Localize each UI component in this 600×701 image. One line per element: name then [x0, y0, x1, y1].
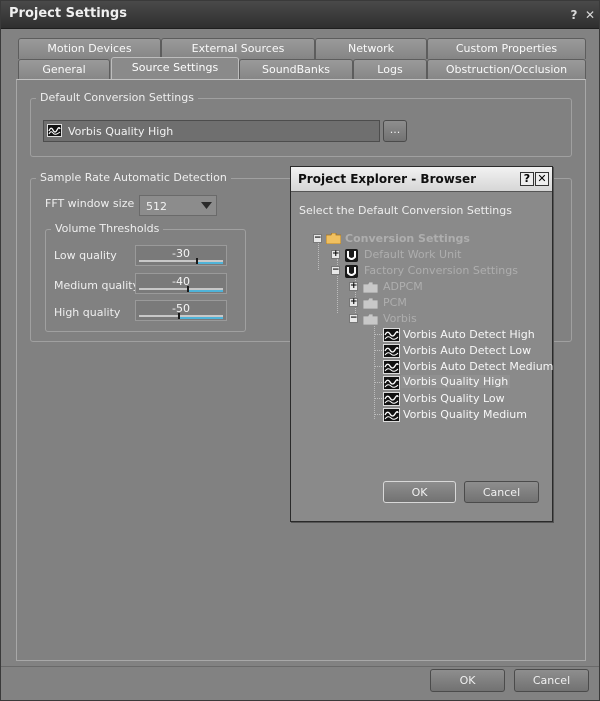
footer-divider [1, 666, 599, 667]
folder-icon [363, 282, 378, 293]
tree-line [374, 323, 375, 419]
fft-window-size-value: 512 [146, 200, 167, 213]
tab-source-settings[interactable]: Source Settings [111, 57, 239, 79]
expander-expand-icon[interactable]: + [349, 282, 358, 291]
browser-cancel-button[interactable]: Cancel [464, 481, 539, 503]
low-quality-slider[interactable]: -30 [135, 245, 227, 266]
browser-close-icon[interactable]: ✕ [535, 172, 549, 186]
tab-network[interactable]: Network [315, 38, 427, 59]
title-bar[interactable]: Project Settings ? ✕ [1, 1, 599, 29]
browse-button[interactable]: ... [383, 120, 407, 142]
browser-ok-button[interactable]: OK [383, 481, 456, 503]
high-quality-value: -50 [172, 302, 190, 315]
tree-item-default-work-unit[interactable]: Default Work Unit [364, 248, 461, 261]
tree-item-adpcm[interactable]: ADPCM [383, 280, 423, 293]
default-conversion-field[interactable]: Vorbis Quality High [43, 120, 380, 142]
medium-quality-label: Medium quality [54, 279, 140, 292]
expander-expand-icon[interactable]: + [331, 250, 340, 259]
tab-soundbanks[interactable]: SoundBanks [239, 59, 353, 80]
medium-quality-value: -40 [172, 275, 190, 288]
browser-help-icon[interactable]: ? [520, 172, 534, 186]
tree-item-pcm[interactable]: PCM [383, 296, 407, 309]
high-quality-label: High quality [54, 306, 121, 319]
slider-knob[interactable] [178, 313, 180, 319]
tree-line [318, 243, 319, 270]
expander-collapse-icon[interactable]: − [349, 314, 358, 323]
browser-instruction: Select the Default Conversion Settings [299, 204, 512, 217]
ok-button[interactable]: OK [430, 669, 505, 692]
conversion-settings-icon [383, 376, 400, 390]
volume-thresholds-label: Volume Thresholds [51, 222, 164, 235]
conversion-settings-icon [383, 344, 400, 358]
tab-logs[interactable]: Logs [353, 59, 427, 80]
tree-item-vorbis-auto-detect-medium[interactable]: Vorbis Auto Detect Medium [403, 360, 553, 373]
work-unit-icon [345, 249, 358, 262]
tab-motion-devices[interactable]: Motion Devices [18, 38, 161, 59]
tab-external-sources[interactable]: External Sources [161, 38, 315, 59]
tree-item-vorbis-auto-detect-high[interactable]: Vorbis Auto Detect High [403, 328, 535, 341]
conversion-settings-icon [383, 328, 400, 342]
folder-icon [363, 298, 378, 309]
close-icon[interactable]: ✕ [584, 8, 596, 22]
chevron-down-icon [201, 202, 212, 209]
slider-fill [189, 290, 223, 292]
expander-collapse-icon[interactable]: − [331, 266, 340, 275]
tree-item-vorbis-auto-detect-low[interactable]: Vorbis Auto Detect Low [403, 344, 531, 357]
cancel-button[interactable]: Cancel [514, 669, 589, 692]
fft-window-size-select[interactable]: 512 [139, 195, 217, 216]
tree-item-vorbis-quality-high[interactable]: Vorbis Quality High [401, 375, 511, 388]
tree-item-factory-conversion-settings[interactable]: Factory Conversion Settings [364, 264, 518, 277]
tab-custom-properties[interactable]: Custom Properties [427, 38, 586, 59]
default-conversion-value: Vorbis Quality High [68, 125, 174, 138]
expander-collapse-icon[interactable]: − [313, 234, 322, 243]
folder-icon [326, 233, 341, 244]
conversion-settings-icon [383, 408, 400, 422]
work-unit-icon [345, 265, 358, 278]
fft-window-size-label: FFT window size [45, 197, 135, 210]
conversion-settings-icon [47, 124, 62, 137]
tree-item-conversion-settings[interactable]: Conversion Settings [345, 232, 470, 245]
slider-fill [198, 262, 223, 264]
medium-quality-slider[interactable]: -40 [135, 273, 227, 294]
tree-item-vorbis-quality-medium[interactable]: Vorbis Quality Medium [403, 408, 527, 421]
tree-item-vorbis[interactable]: Vorbis [383, 312, 417, 325]
conversion-settings-icon [383, 360, 400, 374]
tab-obstruction-occlusion[interactable]: Obstruction/Occlusion [427, 59, 586, 80]
conversion-settings-icon [383, 392, 400, 406]
default-conversion-group-label: Default Conversion Settings [36, 91, 198, 104]
browser-title-bar[interactable]: Project Explorer - Browser ? ✕ [291, 167, 552, 192]
slider-fill [180, 317, 223, 319]
expander-expand-icon[interactable]: + [349, 298, 358, 307]
tree-item-vorbis-quality-low[interactable]: Vorbis Quality Low [403, 392, 505, 405]
low-quality-label: Low quality [54, 249, 117, 262]
slider-knob[interactable] [196, 258, 198, 264]
browser-title: Project Explorer - Browser [298, 172, 477, 186]
low-quality-value: -30 [172, 247, 190, 260]
tab-general[interactable]: General [18, 59, 110, 80]
slider-knob[interactable] [187, 286, 189, 292]
project-explorer-browser-dialog: Project Explorer - Browser ? ✕ Select th… [290, 166, 553, 522]
high-quality-slider[interactable]: -50 [135, 300, 227, 321]
folder-icon [363, 314, 378, 325]
window-title: Project Settings [9, 6, 127, 21]
sample-rate-group-label: Sample Rate Automatic Detection [36, 171, 231, 184]
help-icon[interactable]: ? [568, 8, 580, 22]
